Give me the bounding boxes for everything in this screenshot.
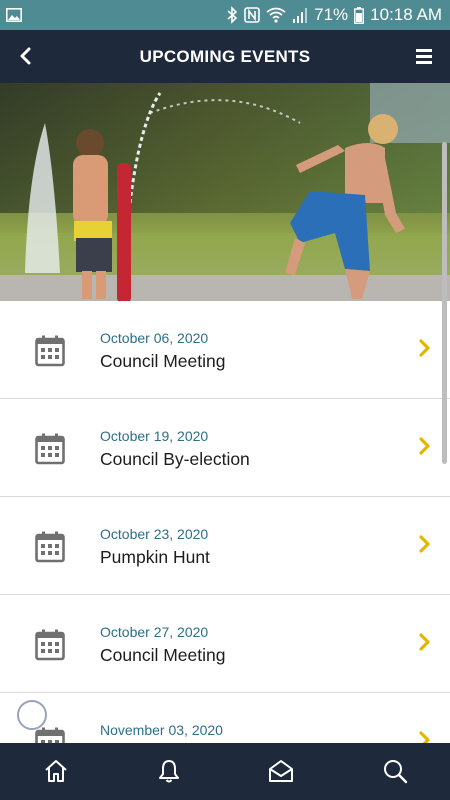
event-name: Council By-election bbox=[100, 449, 250, 469]
event-list-item[interactable]: October 23, 2020 Pumpkin Hunt bbox=[0, 497, 450, 595]
calendar-icon bbox=[35, 727, 65, 743]
wifi-icon bbox=[266, 7, 286, 23]
event-list-item[interactable]: October 27, 2020 Council Meeting bbox=[0, 595, 450, 693]
chevron-right-icon bbox=[418, 731, 432, 743]
event-date: October 06, 2020 bbox=[100, 330, 209, 346]
status-bar: 71% 10:18 AM bbox=[0, 0, 450, 30]
event-date: October 23, 2020 bbox=[100, 526, 209, 542]
event-list-item[interactable]: October 19, 2020 Council By-election bbox=[0, 399, 450, 497]
bell-icon[interactable] bbox=[156, 758, 182, 784]
calendar-icon bbox=[35, 433, 65, 465]
battery-percent: 71% bbox=[314, 5, 349, 24]
bluetooth-icon bbox=[226, 6, 238, 24]
event-name: Pumpkin Hunt bbox=[100, 547, 210, 567]
scrollbar[interactable] bbox=[442, 142, 447, 464]
app-header: UPCOMING EVENTS bbox=[0, 30, 450, 83]
hero-image bbox=[0, 83, 450, 301]
chevron-right-icon bbox=[418, 633, 432, 651]
nfc-icon bbox=[244, 7, 260, 23]
events-list: October 06, 2020 Council Meeting October… bbox=[0, 301, 450, 743]
chevron-right-icon bbox=[418, 535, 432, 553]
event-name: Council Meeting bbox=[100, 645, 226, 665]
gallery-notification-icon bbox=[6, 8, 22, 22]
search-icon[interactable] bbox=[382, 758, 408, 784]
calendar-icon bbox=[35, 335, 65, 367]
bottom-navigation bbox=[0, 743, 450, 800]
calendar-icon bbox=[35, 629, 65, 661]
event-date: October 27, 2020 bbox=[100, 624, 209, 640]
chevron-right-icon bbox=[418, 339, 432, 357]
hamburger-menu-icon[interactable] bbox=[414, 46, 436, 66]
event-list-item[interactable]: November 03, 2020 bbox=[0, 693, 450, 743]
signal-icon bbox=[292, 7, 308, 23]
event-name: Council Meeting bbox=[100, 351, 226, 371]
event-date: October 19, 2020 bbox=[100, 428, 209, 444]
mail-open-icon[interactable] bbox=[268, 758, 294, 784]
event-date: November 03, 2020 bbox=[100, 722, 223, 738]
calendar-icon bbox=[35, 531, 65, 563]
touch-indicator bbox=[17, 700, 47, 730]
event-list-item[interactable]: October 06, 2020 Council Meeting bbox=[0, 301, 450, 399]
battery-icon bbox=[354, 6, 365, 24]
back-arrow-icon[interactable] bbox=[14, 44, 38, 68]
chevron-right-icon bbox=[418, 437, 432, 455]
clock: 10:18 AM bbox=[370, 5, 442, 24]
home-icon[interactable] bbox=[43, 758, 69, 784]
page-title: UPCOMING EVENTS bbox=[139, 46, 311, 66]
